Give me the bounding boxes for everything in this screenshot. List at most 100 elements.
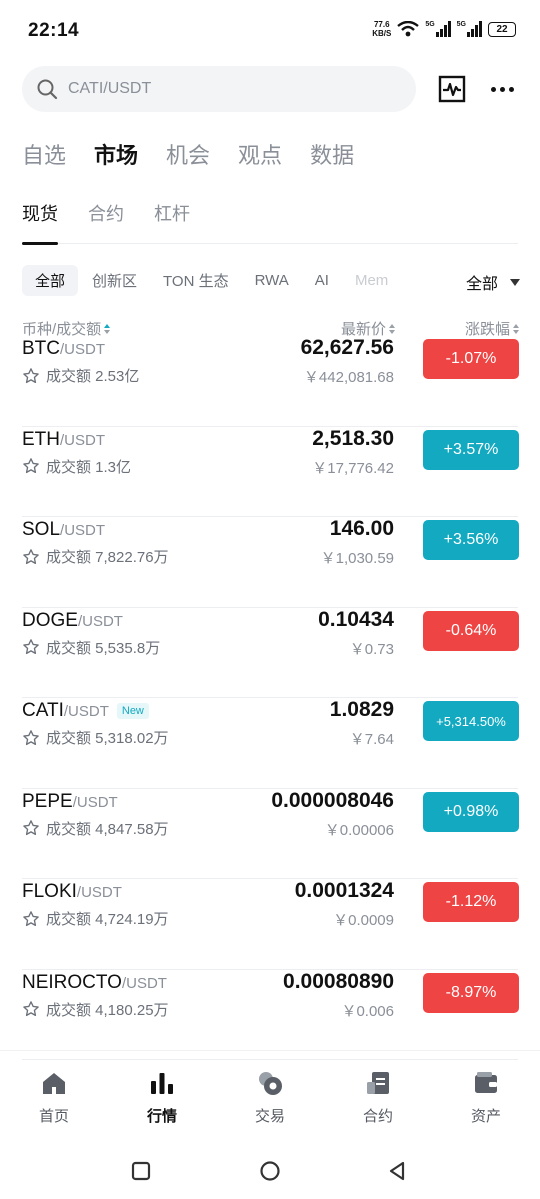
new-badge: New (116, 703, 149, 719)
chip-meme[interactable]: Mem (355, 272, 388, 289)
star-icon[interactable] (22, 910, 40, 928)
last-price: 1.0829 (329, 698, 394, 721)
wifi-icon (397, 21, 420, 37)
market-row[interactable]: ETH/USDT 成交额 1.3亿 2,518.30 ￥17,776.42 +3… (0, 427, 540, 518)
chip-innovation[interactable]: 创新区 (92, 270, 137, 291)
market-row[interactable]: FLOKI/USDT 成交额 4,724.19万 0.0001324 ￥0.00… (0, 879, 540, 970)
change-badge[interactable]: +3.57% (423, 429, 519, 470)
market-row[interactable]: PEPE/USDT 成交额 4,847.58万 0.000008046 ￥0.0… (0, 789, 540, 880)
fiat-price: ￥0.0009 (333, 912, 394, 929)
market-row[interactable]: CATI/USDT New 成交额 5,318.02万 1.0829 ￥7.64 … (0, 698, 540, 789)
star-icon[interactable] (22, 367, 40, 385)
more-icon[interactable] (488, 77, 516, 101)
category-chips: 全部 创新区 TON 生态 RWA AI Mem (22, 264, 422, 296)
sort-icon (104, 324, 111, 334)
last-price: 0.10434 (318, 607, 394, 631)
volume: 成交额 2.53亿 (22, 365, 139, 386)
pair-name: CATI/USDT New (22, 700, 149, 722)
last-price: 0.000008046 (271, 788, 394, 812)
tab-views[interactable]: 观点 (238, 138, 282, 170)
fiat-price: ￥1,030.59 (320, 550, 394, 567)
volume: 成交额 5,318.02万 (22, 727, 169, 748)
chip-ai[interactable]: AI (315, 272, 329, 289)
star-icon[interactable] (22, 1000, 40, 1018)
change-badge[interactable]: -1.07% (423, 339, 519, 379)
tab-watchlist[interactable]: 自选 (22, 138, 66, 170)
search-icon (37, 79, 58, 100)
star-icon[interactable] (22, 548, 40, 566)
home-icon (43, 1073, 65, 1094)
market-row[interactable]: DOGE/USDT 成交额 5,535.8万 0.10434 ￥0.73 -0.… (0, 608, 540, 699)
star-icon[interactable] (22, 638, 40, 656)
fiat-price: ￥442,081.68 (303, 369, 394, 386)
nav-home[interactable]: 首页 (0, 1051, 108, 1138)
tab-data[interactable]: 数据 (310, 138, 354, 170)
market-row[interactable]: NEIROCTO/USDT 成交额 4,180.25万 0.00080890 ￥… (0, 970, 540, 1061)
sort-icon (513, 324, 520, 334)
change-badge[interactable]: -8.97% (423, 972, 519, 1013)
contract-doc-icon (367, 1072, 389, 1094)
tab-futures[interactable]: 合约 (88, 200, 124, 244)
fiat-price: ￥0.006 (341, 1002, 394, 1020)
filter-dropdown-label: 全部 (465, 276, 498, 293)
filter-row: 全部 创新区 TON 生态 RWA AI Mem 全部 (22, 264, 520, 296)
last-price: 0.00080890 (283, 969, 394, 993)
back-icon[interactable] (386, 1160, 408, 1182)
chart-icon[interactable] (438, 75, 466, 103)
main-tabs: 自选 市场 机会 观点 数据 (22, 138, 354, 170)
last-price: 146.00 (329, 517, 394, 540)
tab-spot[interactable]: 现货 (22, 200, 58, 245)
market-row[interactable]: SOL/USDT 成交额 7,822.76万 146.00 ￥1,030.59 … (0, 517, 540, 608)
sort-icon (389, 324, 396, 334)
caret-down-icon (510, 278, 520, 286)
volume: 成交额 7,822.76万 (22, 546, 169, 567)
bottom-nav: 首页 行情 交易 合约 资产 (0, 1050, 540, 1138)
tab-margin[interactable]: 杠杆 (154, 200, 190, 244)
star-icon[interactable] (22, 819, 40, 837)
change-badge[interactable]: -1.12% (423, 882, 519, 922)
change-badge[interactable]: +0.98% (423, 791, 519, 832)
change-badge[interactable]: +5,314.50% (423, 701, 519, 741)
change-badge[interactable]: -0.64% (423, 610, 519, 651)
pair-name: NEIROCTO/USDT (22, 971, 167, 993)
search-input[interactable]: CATI/USDT (22, 66, 416, 112)
volume: 成交额 4,847.58万 (22, 818, 169, 839)
fiat-price: ￥17,776.42 (312, 459, 394, 477)
nav-assets[interactable]: 资产 (432, 1051, 540, 1138)
recent-apps-icon[interactable] (130, 1160, 152, 1182)
search-text: CATI/USDT (68, 80, 152, 97)
nav-trade[interactable]: 交易 (216, 1051, 324, 1138)
chip-rwa[interactable]: RWA (255, 272, 289, 289)
filter-dropdown[interactable]: 全部 (466, 270, 520, 294)
star-icon[interactable] (22, 457, 40, 475)
volume: 成交额 4,180.25万 (22, 999, 169, 1020)
nav-contract[interactable]: 合约 (324, 1051, 432, 1138)
market-bars-icon (151, 1073, 173, 1094)
trade-coins-icon (259, 1072, 282, 1095)
nav-market[interactable]: 行情 (108, 1051, 216, 1138)
pair-name: BTC/USDT (22, 338, 105, 359)
pair-name: ETH/USDT (22, 428, 105, 450)
fiat-price: ￥0.00006 (324, 821, 394, 839)
volume: 成交额 4,724.19万 (22, 908, 169, 929)
volume: 成交额 1.3亿 (22, 456, 131, 477)
change-badge[interactable]: +3.56% (423, 520, 519, 560)
tab-market[interactable]: 市场 (94, 138, 138, 170)
battery-icon: 22 (488, 21, 516, 37)
chip-all[interactable]: 全部 (22, 264, 79, 296)
pair-name: FLOKI/USDT (22, 881, 122, 902)
star-icon[interactable] (22, 729, 40, 747)
signal-sim2-icon: 5G (457, 21, 482, 37)
market-row[interactable]: BTC/USDT 成交额 2.53亿 62,627.56 ￥442,081.68… (0, 336, 540, 427)
chip-ton[interactable]: TON 生态 (163, 270, 229, 291)
market-list: BTC/USDT 成交额 2.53亿 62,627.56 ￥442,081.68… (0, 336, 540, 1060)
fiat-price: ￥7.64 (349, 731, 394, 748)
home-button-icon[interactable] (259, 1160, 281, 1182)
pair-name: PEPE/USDT (22, 790, 118, 812)
network-speed: 77.6 KB/S (372, 20, 392, 38)
pair-name: SOL/USDT (22, 519, 106, 540)
last-price: 0.0001324 (294, 879, 394, 902)
column-headers: 币种/成交额 最新价 涨跌幅 (22, 318, 520, 338)
status-time: 22:14 (28, 20, 80, 41)
tab-opportunities[interactable]: 机会 (166, 138, 210, 170)
